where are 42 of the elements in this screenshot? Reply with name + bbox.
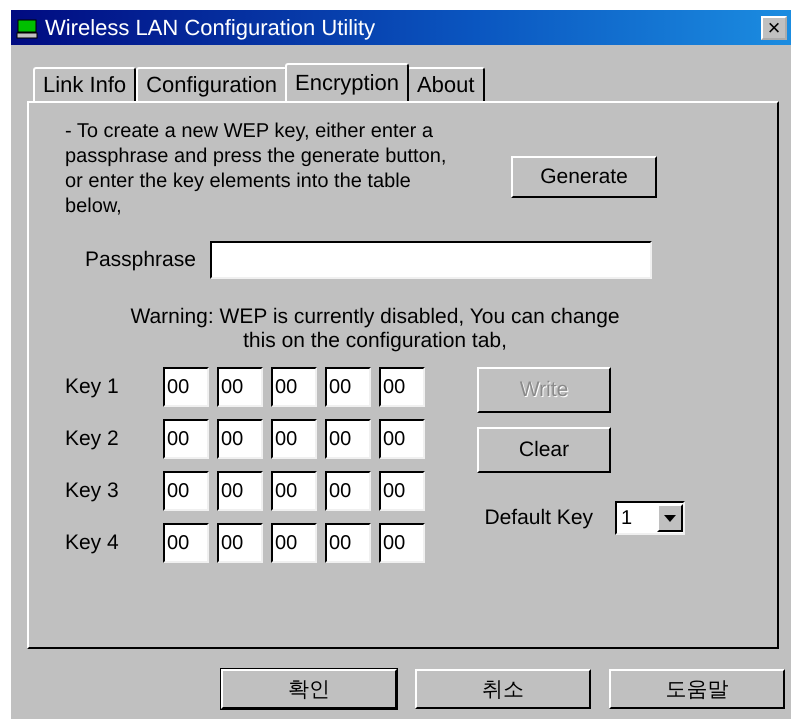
key-byte-field[interactable]: 00 [379, 523, 425, 563]
tab[interactable]: Encryption [285, 63, 409, 101]
dialog-button[interactable]: 도움말 [609, 669, 785, 709]
key-byte-field[interactable]: 00 [271, 471, 317, 511]
key-byte-field[interactable]: 00 [325, 471, 371, 511]
close-button[interactable]: × [761, 16, 787, 40]
key-byte-field[interactable]: 00 [271, 367, 317, 407]
generate-button[interactable]: Generate [511, 156, 657, 198]
tab[interactable]: Configuration [136, 67, 288, 101]
tab[interactable]: About [407, 67, 484, 101]
key-byte-field[interactable]: 00 [325, 523, 371, 563]
passphrase-label: Passphrase [85, 248, 196, 272]
key-label: Key 3 [65, 479, 120, 503]
key-byte-field[interactable]: 00 [163, 419, 209, 459]
dialog-button[interactable]: 취소 [415, 669, 591, 709]
key-label: Key 4 [65, 531, 120, 555]
key-byte-field[interactable]: 00 [217, 419, 263, 459]
key-byte-field[interactable]: 00 [379, 367, 425, 407]
key-byte-field[interactable]: 00 [325, 367, 371, 407]
key-byte-field[interactable]: 00 [217, 471, 263, 511]
key-byte-field[interactable]: 00 [163, 523, 209, 563]
warning-text: this on the configuration tab, [243, 329, 507, 353]
window-title: Wireless LAN Configuration Utility [45, 14, 376, 40]
default-key-dropdown[interactable]: 1 [615, 501, 685, 535]
passphrase-field[interactable] [210, 241, 652, 279]
key-byte-field[interactable]: 00 [163, 471, 209, 511]
key-byte-field[interactable]: 00 [271, 419, 317, 459]
key-byte-field[interactable]: 00 [271, 523, 317, 563]
key-byte-field[interactable]: 00 [217, 523, 263, 563]
clear-button[interactable]: Clear [477, 427, 611, 473]
tab[interactable]: Link Info [33, 67, 136, 101]
key-byte-field[interactable]: 00 [325, 419, 371, 459]
key-byte-field[interactable]: 00 [379, 471, 425, 511]
default-key-label: Default Key [484, 506, 593, 530]
instructions-text: - To create a new WEP key, either enter a passphrase and press the generate button, or enter the key elements into the table below, [65, 119, 448, 219]
key-label: Key 1 [65, 375, 120, 399]
key-byte-field[interactable]: 00 [379, 419, 425, 459]
dialog-button[interactable]: 확인 [221, 669, 397, 709]
warning-text: Warning: WEP is currently disabled, You can change [130, 305, 620, 329]
key-label: Key 2 [65, 427, 120, 451]
key-byte-field[interactable]: 00 [163, 367, 209, 407]
key-byte-field[interactable]: 00 [217, 367, 263, 407]
